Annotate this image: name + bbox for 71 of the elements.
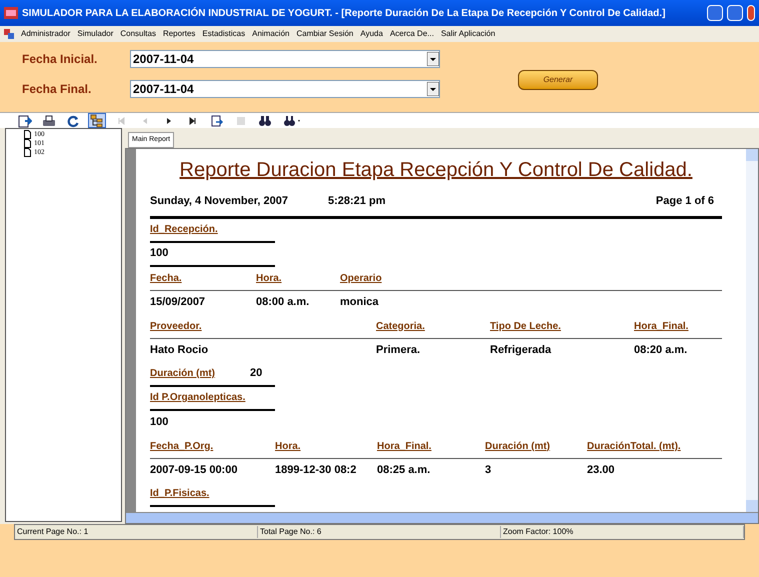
date-dropdown[interactable]: 2007-11-04	[130, 50, 440, 68]
toolbar-button[interactable]	[256, 113, 274, 128]
menu-item[interactable]: Simulador	[77, 28, 114, 40]
field-value: 08:25 a.m.	[377, 463, 432, 478]
field-label: Duración (mt)	[150, 367, 216, 381]
field-value: monica	[340, 295, 380, 310]
zoom-icon	[282, 114, 302, 128]
status-text: Current Page No.: 1	[15, 526, 258, 538]
field-label: Hora_Final.	[377, 440, 432, 454]
status-text: Total Page No.: 6	[258, 526, 501, 538]
window-title: SIMULADOR PARA LA ELABORACIÓN INDUSTRIAL DE YOGURT. - [Reporte Duración De La Etapa De Recepción Y Control De Calidad.]	[22, 6, 666, 20]
report-date: Sunday, 4 November, 2007	[150, 194, 289, 209]
field-label: Fecha.	[150, 272, 183, 286]
field-label: DuraciónTotal. (mt).	[587, 440, 682, 454]
restore-button[interactable]	[727, 5, 743, 21]
dropdown-arrow-icon	[427, 52, 439, 66]
menu-item[interactable]: Ayuda	[360, 28, 383, 40]
field-label: Tipo De Leche.	[490, 320, 562, 334]
app-menu-icon	[4, 29, 14, 39]
dropdown-arrow-icon	[427, 82, 439, 96]
field-value: 15/09/2007	[150, 295, 206, 310]
app-icon	[4, 7, 18, 19]
menu-item[interactable]: Consultas	[120, 28, 156, 40]
minimize-button[interactable]	[707, 5, 723, 21]
status-text: Zoom Factor: 100%	[501, 526, 744, 538]
toolbar-button[interactable]	[88, 113, 106, 128]
menu-item[interactable]: Animación	[252, 28, 290, 40]
date-dropdown[interactable]: 2007-11-04	[130, 80, 440, 98]
field-value: Primera.	[376, 343, 422, 358]
field-value: 08:00 a.m.	[256, 295, 310, 310]
field-value: Refrigerada	[490, 343, 552, 358]
menu-item[interactable]: Administrador	[21, 28, 70, 40]
field-value: 23.00	[587, 463, 616, 478]
field-label: Fecha Final.	[22, 81, 92, 98]
field-label: Id P.Organolepticas.	[150, 391, 246, 405]
field-label: Proveedor.	[150, 320, 203, 334]
field-label: Hora.	[256, 272, 283, 286]
field-label: Operario	[340, 272, 383, 286]
binoculars-icon	[258, 114, 272, 128]
field-label: Id_P.Fisicas.	[150, 487, 210, 501]
field-value: 08:20 a.m.	[634, 343, 688, 358]
menu-item[interactable]: Acerca De...	[390, 28, 434, 40]
field-label: Duración (mt)	[485, 440, 551, 454]
menu-item[interactable]: Salir Aplicación	[440, 28, 496, 40]
report-time: 5:28:21 pm	[328, 194, 386, 209]
field-label: Categoria.	[376, 320, 426, 334]
toolbar-button[interactable]	[16, 113, 34, 128]
field-value: 20	[250, 366, 264, 382]
field-label: Fecha_P.Org.	[150, 440, 214, 454]
field-label: Fecha Inicial.	[22, 51, 98, 68]
field-value: Hato Rocio	[150, 343, 210, 358]
generate-button[interactable]: Generar	[518, 70, 598, 90]
menu-item[interactable]: Cambiar Sesión	[296, 28, 354, 40]
field-label: Hora.	[275, 440, 302, 454]
field-label: Hora_Final.	[634, 320, 690, 334]
tree-icon	[90, 114, 104, 128]
field-label: Id_Recepción.	[150, 223, 219, 237]
page-number: Page 1 of 6	[656, 194, 715, 209]
menu-item[interactable]: Reportes	[162, 28, 196, 40]
field-value: 100	[150, 246, 170, 262]
field-value: 1899-12-30 08:2	[275, 463, 358, 478]
vertical-scrollbar[interactable]	[746, 149, 758, 512]
field-value: 100	[150, 415, 170, 430]
report-title: Reporte Duracion Etapa Recepción Y Control De Calidad.	[180, 158, 692, 183]
toolbar-button[interactable]	[40, 113, 58, 128]
close-button[interactable]	[747, 5, 755, 21]
menu-item[interactable]: Estadisticas	[202, 28, 246, 40]
refresh-icon	[66, 114, 80, 128]
field-value: 2007-09-15 00:00	[150, 463, 238, 478]
horizontal-scrollbar[interactable]	[126, 512, 758, 523]
field-value: 3	[485, 463, 492, 478]
